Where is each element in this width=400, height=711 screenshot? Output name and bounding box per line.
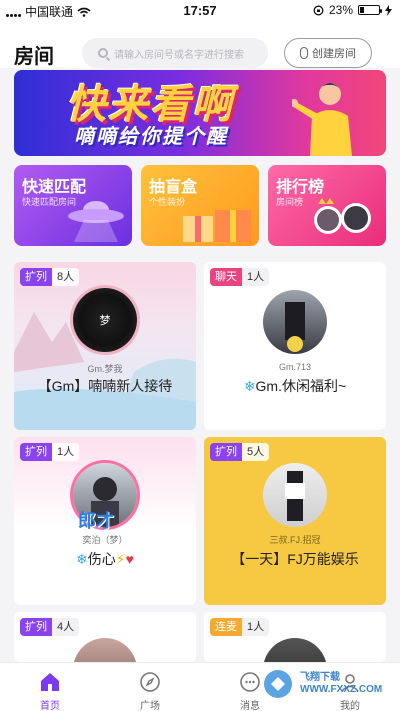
tab-messages-label: 消息 [240,701,260,711]
site-watermark: 飞翔下载 WWW.FXXZ.COM [262,662,396,706]
chat-bubble-icon [240,672,260,692]
room-kind: 聊天 [210,268,242,286]
ufo-icon [68,201,124,242]
quick-match-title: 快速匹配 [22,179,87,196]
battery-percent: 23% [328,3,353,17]
room-kind: 连麦 [210,618,242,636]
create-room-label: 创建房间 [312,48,356,60]
room-tag: 扩列 8人 [20,268,80,286]
blind-box-tile[interactable]: 抽盲盒 个性装扮 [141,165,259,246]
room-tag: 扩列 1人 [20,443,80,461]
search-input[interactable]: 请输入房间号或名字进行搜索 [82,38,268,68]
room-card[interactable]: 扩列 8人 梦 Gm.梦我 【Gm】喃喃新人接待 [14,262,196,430]
pointing-person-illustration [292,83,352,156]
tab-home[interactable]: 首页 [20,671,80,711]
room-owner: Gm.713 [278,362,311,372]
rotation-lock-icon [313,5,324,15]
watermark-text: 飞翔下载 WWW.FXXZ.COM [300,672,383,695]
home-icon [41,673,59,691]
room-tag: 连麦 1人 [210,618,270,636]
room-kind: 扩列 [20,618,52,636]
room-kind: 扩列 [20,443,52,461]
room-avatar [263,638,327,662]
room-kind: 扩列 [20,268,52,286]
quick-match-tile[interactable]: 快速匹配 快速匹配房间 [14,165,132,246]
search-icon [98,48,108,58]
room-count: 1人 [242,618,270,636]
room-count: 8人 [52,268,80,286]
gift-box-icon [183,210,251,242]
room-tag: 扩列 5人 [210,443,270,461]
promo-banner[interactable]: 快来看啊 嘀嘀给你提个醒 [14,70,386,156]
snowflake-icon: ❄ [76,551,88,567]
room-count: 5人 [242,443,270,461]
disc-label: 梦 [99,315,111,327]
avatar-photo [285,302,305,352]
charging-icon [385,4,392,16]
microphone-icon [300,47,308,59]
leaderboard-tile[interactable]: 排行榜 房间榜 [268,165,386,246]
room-avatar [263,290,327,354]
battery-icon [358,5,382,15]
avatar-photo [285,471,305,521]
status-bar: 中国联通 17:57 23% [0,0,400,22]
room-title-text: Gm.休闲福利~ [255,378,347,394]
lightning-icon: ⚡ [115,551,126,567]
room-owner: 奕泊（梦） [82,535,128,545]
room-count: 1人 [242,268,270,286]
create-room-button[interactable]: 创建房间 [284,38,372,68]
room-title: ❄伤心⚡♥ [14,549,196,569]
search-placeholder: 请输入房间号或名字进行搜索 [114,49,244,61]
compass-icon [140,672,160,692]
tab-square-label: 广场 [140,701,160,711]
room-tag: 扩列 4人 [20,618,80,636]
room-avatar [263,463,327,527]
room-title-text: 伤心 [87,551,116,567]
room-title: 【一天】FJ万能娱乐 [231,551,359,567]
avatar-frame-badge: 郎才 [78,511,114,531]
status-right: 23% [313,3,392,17]
room-card[interactable]: 扩列 4人 [14,612,196,662]
room-card[interactable]: 聊天 1人 Gm.713 ❄Gm.休闲福利~ [204,262,386,430]
page-title: 房间 [14,46,54,68]
room-card[interactable]: 扩列 5人 三叔.FJ.招冠 【一天】FJ万能娱乐 [204,437,386,605]
room-card[interactable]: 连麦 1人 [204,612,386,662]
room-tag: 聊天 1人 [210,268,270,286]
snowflake-icon: ❄ [243,378,256,394]
room-title: 【Gm】喃喃新人接待 [37,378,173,394]
ranking-avatars-icon [314,198,371,234]
room-owner: Gm.梦我 [87,364,123,374]
header: 房间 请输入房间号或名字进行搜索 创建房间 [0,22,400,68]
broken-heart-icon: ♥ [125,551,134,567]
room-title: ❄Gm.休闲福利~ [204,376,386,396]
room-count: 4人 [52,618,80,636]
watermark-logo-icon [264,670,292,698]
room-avatar [73,638,137,662]
room-avatar-disc: 梦 [73,288,137,352]
banner-subline: 嘀嘀给你提个醒 [74,126,228,148]
tab-home-label: 首页 [40,701,60,711]
tab-square[interactable]: 广场 [120,671,180,711]
room-owner: 三叔.FJ.招冠 [269,535,321,545]
room-card[interactable]: 扩列 1人 郎才 奕泊（梦） ❄伤心⚡♥ [14,437,196,605]
room-count: 1人 [52,443,80,461]
room-kind: 扩列 [210,443,242,461]
blind-box-title: 抽盲盒 [149,179,198,196]
leaderboard-subtitle: 房间榜 [276,197,304,207]
